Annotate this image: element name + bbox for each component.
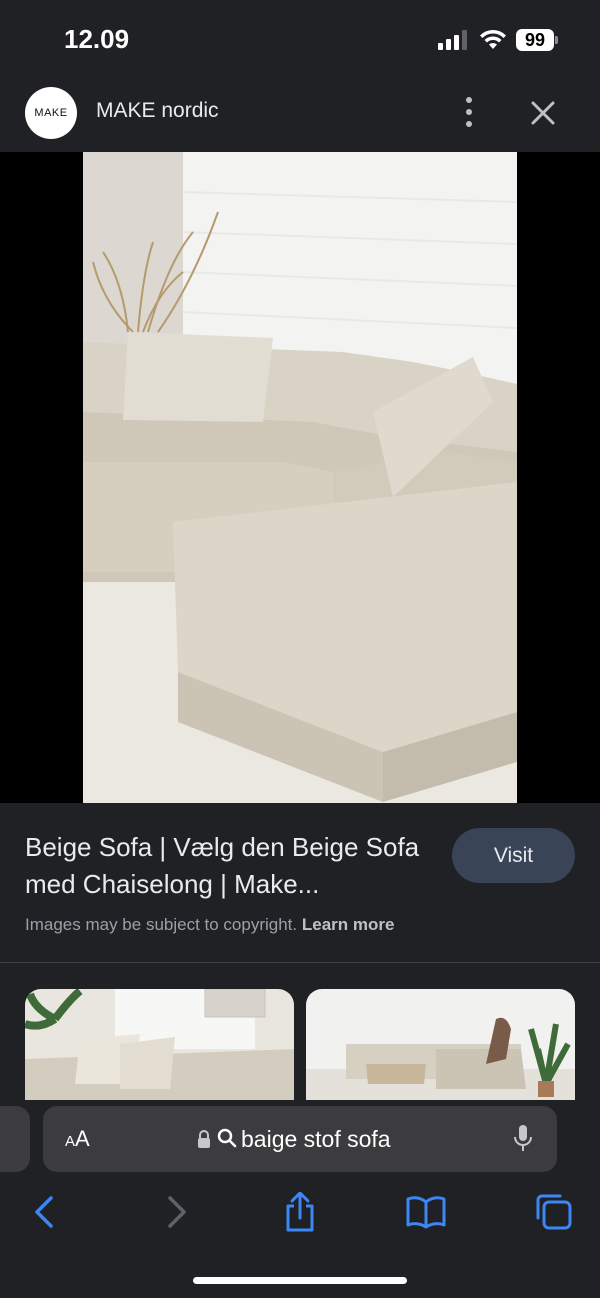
learn-more-link[interactable]: Learn more bbox=[302, 915, 395, 934]
back-icon[interactable] bbox=[26, 1192, 66, 1232]
cellular-signal-icon bbox=[438, 30, 467, 50]
previous-tab-preview[interactable] bbox=[0, 1106, 30, 1172]
related-image-2[interactable] bbox=[306, 989, 575, 1103]
related-images bbox=[0, 963, 600, 1103]
reader-options-button[interactable]: AA bbox=[65, 1126, 90, 1152]
address-bar[interactable]: AA baige stof sofa bbox=[43, 1106, 557, 1172]
result-header: MAKE MAKE nordic bbox=[0, 80, 600, 152]
search-icon bbox=[217, 1128, 237, 1148]
more-options-button[interactable] bbox=[452, 92, 486, 132]
sofa-product-image[interactable] bbox=[83, 152, 517, 803]
close-icon[interactable] bbox=[524, 94, 562, 132]
status-time: 12.09 bbox=[64, 24, 130, 54]
copyright-notice: Images may be subject to copyright. Lear… bbox=[25, 915, 394, 935]
visit-button[interactable]: Visit bbox=[452, 828, 575, 883]
copyright-text: Images may be subject to copyright. bbox=[25, 915, 298, 934]
bookmarks-icon[interactable] bbox=[406, 1192, 446, 1232]
share-icon[interactable] bbox=[280, 1192, 320, 1232]
battery-level: 99 bbox=[516, 29, 554, 51]
microphone-icon[interactable] bbox=[513, 1124, 533, 1154]
result-title[interactable]: Beige Sofa | Vælg den Beige Sofa med Cha… bbox=[25, 829, 425, 903]
tabs-icon[interactable] bbox=[534, 1192, 574, 1232]
lock-icon bbox=[198, 1130, 210, 1148]
result-info-panel: Beige Sofa | Vælg den Beige Sofa med Cha… bbox=[0, 803, 600, 963]
site-name[interactable]: MAKE nordic bbox=[96, 99, 219, 123]
status-bar: 12.09 99 bbox=[0, 0, 600, 80]
address-text[interactable]: baige stof sofa bbox=[241, 1126, 391, 1153]
related-image-1[interactable] bbox=[25, 989, 294, 1103]
battery-icon: 99 bbox=[516, 29, 558, 51]
image-preview-area bbox=[0, 152, 600, 924]
browser-toolbar: AA baige stof sofa bbox=[0, 1100, 600, 1298]
wifi-icon bbox=[480, 29, 506, 49]
forward-icon[interactable] bbox=[155, 1192, 195, 1232]
home-indicator bbox=[193, 1277, 407, 1284]
site-logo[interactable]: MAKE bbox=[25, 87, 77, 139]
